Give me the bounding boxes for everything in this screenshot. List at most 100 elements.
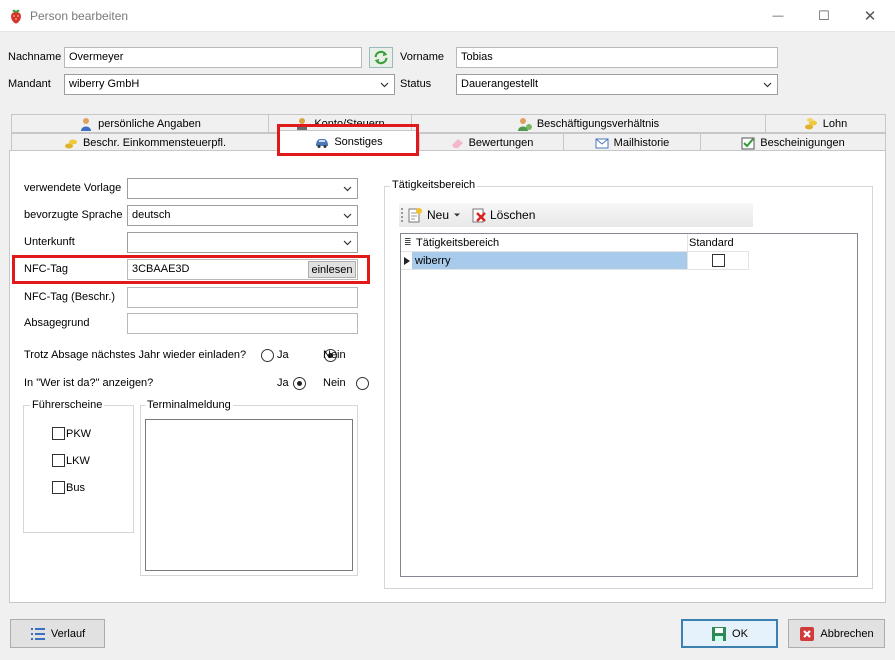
tab-label: Beschr. Einkommensteuerpfl. [82, 136, 227, 149]
terminalmeldung-title: Terminalmeldung [145, 399, 233, 411]
bus-checkbox[interactable] [52, 481, 65, 494]
chevron-down-icon [343, 240, 352, 246]
sprache-label: bevorzugte Sprache [24, 209, 123, 221]
column-header-taetigkeitsbereich[interactable]: Tätigkeitsbereich [416, 237, 499, 249]
certificate-icon [741, 137, 755, 149]
column-header-standard[interactable]: Standard [689, 237, 734, 249]
tab-persoenliche-angaben[interactable]: persönliche Angaben [11, 114, 269, 133]
mail-icon [595, 138, 609, 148]
terminalmeldung-textarea[interactable] [145, 419, 353, 571]
tab-label: Mailhistorie [613, 136, 670, 149]
nfc-beschr-label: NFC-Tag (Beschr.) [24, 291, 116, 303]
ok-label: OK [732, 627, 748, 640]
neu-label: Neu [427, 208, 450, 222]
standard-cell [687, 252, 749, 269]
tab-label: Bescheinigungen [760, 136, 845, 149]
tab-label: Lohn [822, 117, 848, 130]
vorname-input[interactable]: Tobias [456, 47, 778, 68]
chevron-down-icon [380, 82, 389, 88]
werdaist-ja-label: Ja [277, 377, 289, 389]
delete-icon [472, 208, 486, 223]
ok-button[interactable]: OK [681, 619, 778, 648]
mandant-value: wiberry GmbH [69, 78, 140, 90]
close-icon: ✕ [863, 7, 877, 25]
abbrechen-label: Abbrechen [820, 627, 874, 640]
table-row[interactable]: wiberry [401, 252, 749, 270]
minimize-icon: — [772, 9, 784, 22]
unterkunft-select[interactable] [127, 232, 358, 253]
vorlage-select[interactable] [127, 178, 358, 199]
grid-header: ≣ Tätigkeitsbereich Standard [401, 234, 749, 252]
refresh-icon [374, 50, 388, 65]
close-button[interactable]: ✕ [847, 0, 893, 31]
pkw-label: PKW [66, 428, 92, 440]
nachname-input[interactable]: Overmeyer [64, 47, 362, 68]
sprache-select[interactable]: deutsch [127, 205, 358, 226]
absagegrund-label: Absagegrund [24, 317, 90, 329]
toolbar-grip [401, 208, 403, 222]
fuehrerscheine-group [23, 405, 134, 533]
werdaist-nein-label: Nein [323, 377, 346, 389]
einladen-nein-label: Nein [323, 349, 346, 361]
dropdown-arrow-icon [454, 213, 461, 217]
tab-label: Bewertungen [468, 136, 534, 149]
chevron-down-icon [343, 186, 352, 192]
bus-label: Bus [66, 482, 85, 494]
vorname-label: Vorname [400, 51, 445, 63]
absagegrund-input[interactable] [127, 313, 358, 334]
status-select[interactable]: Dauerangestellt [456, 74, 778, 95]
coins-icon [64, 139, 77, 148]
verlauf-label: Verlauf [50, 627, 86, 640]
mandant-label: Mandant [8, 78, 51, 90]
pkw-checkbox[interactable] [52, 427, 65, 440]
nachname-label: Nachname [8, 51, 62, 63]
tab-lohn[interactable]: Lohn [765, 114, 886, 133]
chevron-down-icon [763, 82, 772, 88]
cell-selected-bg [412, 252, 687, 269]
taetigkeitsbereich-grid: ≣ Tätigkeitsbereich Standard wiberry [400, 233, 858, 577]
einladen-ja-radio[interactable] [261, 349, 274, 362]
status-value: Dauerangestellt [461, 78, 539, 90]
highlight-callout-nfc [12, 255, 370, 284]
toolbar: Neu Löschen [399, 203, 753, 227]
verlauf-button[interactable]: Verlauf [10, 619, 105, 648]
person-money-icon [517, 117, 532, 131]
lkw-checkbox[interactable] [52, 454, 65, 467]
maximize-icon: ☐ [818, 7, 830, 23]
mandant-select[interactable]: wiberry GmbH [64, 74, 395, 95]
vorlage-label: verwendete Vorlage [24, 182, 122, 194]
strawberry-icon [11, 9, 21, 24]
eraser-icon [451, 138, 463, 148]
sprache-value: deutsch [132, 209, 171, 221]
tab-beschaeftigungsverhaeltnis[interactable]: Beschäftigungsverhältnis [411, 114, 766, 133]
tab-label: persönliche Angaben [98, 117, 201, 130]
list-icon [30, 627, 45, 640]
row-name: wiberry [415, 255, 451, 267]
refresh-button[interactable] [369, 47, 393, 68]
einladen-question: Trotz Absage nächstes Jahr wieder einlad… [24, 349, 247, 361]
status-label: Status [400, 78, 432, 90]
title-bar: Person bearbeiten — ☐ ✕ [0, 0, 895, 32]
minimize-button[interactable]: — [755, 0, 801, 31]
maximize-button[interactable]: ☐ [801, 0, 847, 31]
nfc-beschr-input[interactable] [127, 287, 358, 308]
einladen-ja-label: Ja [277, 349, 289, 361]
new-document-icon [408, 208, 422, 223]
row-indicator-icon [404, 257, 410, 265]
tab-label: Beschäftigungsverhältnis [536, 117, 660, 130]
cancel-icon [800, 626, 815, 641]
standard-checkbox[interactable] [712, 254, 725, 267]
lkw-label: LKW [66, 455, 90, 467]
highlight-callout-tab [277, 124, 419, 156]
loeschen-button[interactable]: Löschen [471, 206, 535, 224]
unterkunft-label: Unterkunft [24, 236, 75, 248]
column-chooser-icon[interactable]: ≣ [404, 237, 412, 248]
fuehrerscheine-title: Führerscheine [30, 399, 105, 411]
werdaist-question: In "Wer ist da?" anzeigen? [24, 377, 154, 389]
column-divider [687, 234, 688, 252]
neu-button[interactable]: Neu [407, 206, 461, 224]
window-title: Person bearbeiten [30, 9, 129, 23]
coins-icon [804, 117, 817, 129]
taetigkeitsbereich-title: Tätigkeitsbereich [390, 179, 478, 191]
abbrechen-button[interactable]: Abbrechen [788, 619, 885, 648]
